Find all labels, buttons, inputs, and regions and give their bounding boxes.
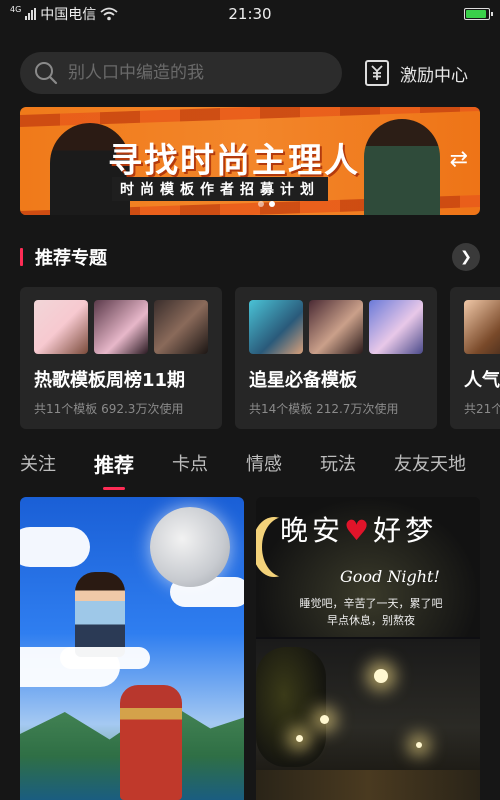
road-shape [256,770,480,800]
banner-pagination [258,201,275,207]
person-image [75,572,125,657]
street-lamp [320,715,329,724]
good-night-title: 晚安♥好梦 [280,509,437,549]
search-box[interactable] [20,52,342,94]
topic-card[interactable]: 热歌模板周榜11期 共11个模板 692.3万次使用 [20,287,222,429]
tab-friends[interactable]: 友友天地 [394,450,466,476]
moon-image [150,507,230,587]
battery-icon [464,8,493,20]
wifi-icon [100,7,118,21]
template-card[interactable] [20,497,244,800]
section-accent-bar [20,248,23,266]
tab-beat-sync[interactable]: 卡点 [172,450,208,476]
street-lamp [416,742,422,748]
incentive-center-button[interactable]: 激励中心 [364,59,468,87]
banner-model-image [364,119,440,215]
monkey-king-image [120,685,182,800]
battery-level [466,10,486,18]
banner-dot[interactable] [258,201,264,207]
recommended-topics-header: 推荐专题 ❯ [20,240,480,274]
promo-banner[interactable]: 寻找时尚主理人 时尚模板作者招募计划 ⇄ [20,107,480,215]
template-card[interactable]: 晚安♥好梦 Good Night! 睡觉吧，辛苦了一天，累了吧 早点休息，别熬夜 [256,497,480,800]
topic-thumbnail [34,300,88,354]
topic-thumbnail [154,300,208,354]
search-row: 激励中心 [20,52,480,94]
search-icon [35,62,58,85]
topic-card[interactable]: 人气 共21个 [450,287,500,429]
signal-icon [25,8,37,20]
banner-subtitle: 时尚模板作者招募计划 [112,177,328,201]
search-input[interactable] [68,63,308,83]
street-lamp [296,735,303,742]
network-tag: 4G [10,5,22,14]
carrier-name: 中国电信 [40,7,97,23]
heart-icon: ♥ [344,514,374,547]
topic-meta: 共11个模板 692.3万次使用 [34,402,184,416]
street-lamp [374,669,388,683]
good-night-poem: 睡觉吧，辛苦了一天，累了吧 早点休息，别熬夜 [286,595,456,629]
section-title: 推荐专题 [35,248,107,269]
topic-meta: 共21个 [464,402,500,416]
topic-thumbnail [249,300,303,354]
category-tabs: 关注 推荐 卡点 情感 玩法 友友天地 [20,443,500,483]
topic-thumbnail [94,300,148,354]
topic-meta: 共14个模板 212.7万次使用 [249,402,399,416]
section-more-button[interactable]: ❯ [452,243,480,271]
topic-card[interactable]: 追星必备模板 共14个模板 212.7万次使用 [235,287,437,429]
tab-recommended[interactable]: 推荐 [94,449,134,478]
status-bar: 4G 中国电信 21:30 [0,0,500,28]
good-night-title-right: 好梦 [373,514,438,547]
topic-name: 热歌模板周榜11期 [34,370,186,391]
poem-line: 睡觉吧，辛苦了一天，累了吧 [299,597,443,610]
poem-line: 早点休息，别熬夜 [327,614,415,627]
tab-emotion[interactable]: 情感 [246,450,282,476]
topic-thumbnail [369,300,423,354]
topic-name: 人气 [464,370,500,391]
incentive-center-label: 激励中心 [400,65,468,86]
topic-thumbnail [464,300,500,354]
banner-title: 寻找时尚主理人 [108,141,360,181]
good-night-english: Good Night! [340,567,440,586]
good-night-title-left: 晚安 [280,514,345,547]
tree-shape [256,647,326,767]
template-feed: 晚安♥好梦 Good Night! 睡觉吧，辛苦了一天，累了吧 早点休息，别熬夜 [20,497,480,800]
topic-list: 热歌模板周榜11期 共11个模板 692.3万次使用 追星必备模板 共14个模板… [20,287,500,429]
chevron-right-icon: ❯ [460,249,472,265]
tab-gameplay[interactable]: 玩法 [320,450,356,476]
cloud-shape [60,647,150,669]
topic-name: 追星必备模板 [249,370,357,391]
banner-dot[interactable] [269,201,275,207]
yuan-receipt-icon [365,60,389,86]
cloud-shape [20,527,90,567]
tab-follow[interactable]: 关注 [20,450,56,476]
swap-icon: ⇄ [449,147,468,172]
topic-thumbnail [309,300,363,354]
